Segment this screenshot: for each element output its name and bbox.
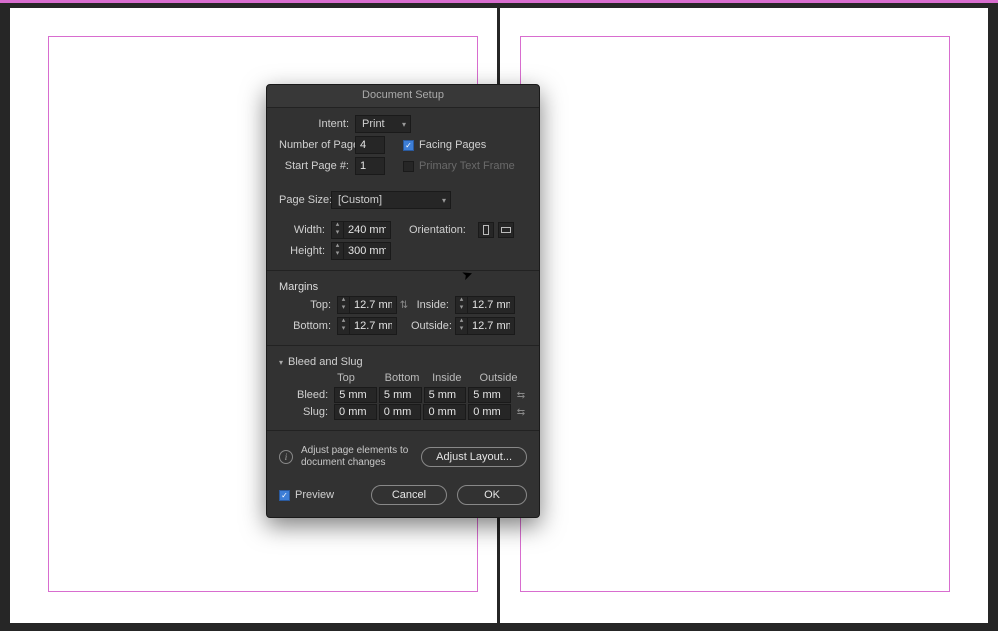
margin-outside-input[interactable]	[468, 318, 514, 334]
height-label: Height:	[279, 245, 331, 257]
preview-label: Preview	[295, 489, 334, 501]
ok-button[interactable]: OK	[457, 485, 527, 505]
orientation-label: Orientation:	[409, 224, 472, 236]
dialog-title: Document Setup	[267, 85, 539, 108]
margin-bottom-label: Bottom:	[279, 320, 337, 332]
bs-col-outside: Outside	[480, 372, 527, 386]
bleed-inside-input[interactable]: 5 mm	[424, 387, 467, 403]
info-icon: i	[279, 450, 293, 464]
margin-outside-field[interactable]: ▴▾	[455, 317, 515, 335]
chevron-down-icon: ▾	[402, 120, 406, 129]
bleed-outside-input[interactable]: 5 mm	[468, 387, 511, 403]
bs-col-inside: Inside	[432, 372, 479, 386]
stepper-icon[interactable]: ▴▾	[338, 297, 350, 313]
intent-value: Print	[362, 118, 385, 130]
start-page-field[interactable]	[355, 157, 385, 175]
page-size-label: Page Size:	[279, 194, 331, 206]
checkbox-empty-icon: ✓	[403, 161, 414, 172]
width-label: Width:	[279, 224, 331, 236]
stepper-icon[interactable]: ▴▾	[456, 318, 468, 334]
cancel-button[interactable]: Cancel	[371, 485, 447, 505]
margin-top-label: Top:	[279, 299, 337, 311]
link-margins-icon[interactable]: ⇅	[397, 296, 411, 314]
start-page-label: Start Page #:	[279, 160, 355, 172]
link-bleed-icon[interactable]: ⇆	[515, 387, 527, 403]
facing-pages-label: Facing Pages	[419, 139, 486, 151]
app-accent-bar	[0, 0, 998, 3]
orientation-landscape-button[interactable]	[498, 222, 514, 238]
slug-bottom-input[interactable]: 0 mm	[379, 404, 422, 420]
chevron-down-icon: ▾	[442, 196, 446, 205]
disclosure-down-icon: ▾	[279, 358, 283, 367]
orientation-portrait-button[interactable]	[478, 222, 494, 238]
start-page-input[interactable]	[356, 158, 384, 174]
bs-col-bottom: Bottom	[385, 372, 432, 386]
slug-top-input[interactable]: 0 mm	[334, 404, 377, 420]
bleed-slug-title: Bleed and Slug	[288, 356, 363, 368]
margin-inside-input[interactable]	[468, 297, 514, 313]
bleed-top-input[interactable]: 5 mm	[334, 387, 377, 403]
facing-pages-checkbox[interactable]: ✓ Facing Pages	[403, 139, 486, 151]
margin-inside-field[interactable]: ▴▾	[455, 296, 515, 314]
margin-bottom-input[interactable]	[350, 318, 396, 334]
page-size-select[interactable]: [Custom] ▾	[331, 191, 451, 209]
checkmark-icon: ✓	[279, 490, 290, 501]
num-pages-field[interactable]	[355, 136, 385, 154]
margin-top-field[interactable]: ▴▾	[337, 296, 397, 314]
primary-text-frame-label: Primary Text Frame	[419, 160, 515, 172]
margin-top-input[interactable]	[350, 297, 396, 313]
section-divider	[267, 345, 539, 346]
link-slug-icon[interactable]: ⇆	[515, 404, 527, 420]
width-input[interactable]	[344, 222, 390, 238]
section-divider	[267, 270, 539, 271]
stepper-icon[interactable]: ▴▾	[332, 243, 344, 259]
page-size-value: [Custom]	[338, 194, 382, 206]
bs-col-top: Top	[337, 372, 384, 386]
document-setup-dialog: Document Setup Intent: Print ▾ Number of…	[266, 84, 540, 518]
width-field[interactable]: ▴▾	[331, 221, 391, 239]
checkmark-icon: ✓	[403, 140, 414, 151]
num-pages-label: Number of Pages:	[279, 139, 355, 151]
margin-inside-label: Inside:	[411, 299, 455, 311]
section-divider	[267, 430, 539, 431]
margin-outside-label: Outside:	[411, 320, 455, 332]
slug-inside-input[interactable]: 0 mm	[423, 404, 466, 420]
margins-section-title: Margins	[279, 281, 527, 293]
bleed-label: Bleed:	[297, 389, 334, 401]
adjust-layout-text: Adjust page elements to document changes	[301, 445, 413, 469]
intent-label: Intent:	[279, 118, 355, 130]
num-pages-input[interactable]	[356, 137, 384, 153]
slug-label: Slug:	[297, 406, 334, 418]
stepper-icon[interactable]: ▴▾	[332, 222, 344, 238]
adjust-layout-button[interactable]: Adjust Layout...	[421, 447, 527, 467]
slug-outside-input[interactable]: 0 mm	[468, 404, 511, 420]
preview-checkbox[interactable]: ✓ Preview	[279, 489, 334, 501]
stepper-icon[interactable]: ▴▾	[456, 297, 468, 313]
height-input[interactable]	[344, 243, 390, 259]
margin-bottom-field[interactable]: ▴▾	[337, 317, 397, 335]
stepper-icon[interactable]: ▴▾	[338, 318, 350, 334]
right-page-margin-guide	[520, 36, 950, 592]
bleed-bottom-input[interactable]: 5 mm	[379, 387, 422, 403]
intent-select[interactable]: Print ▾	[355, 115, 411, 133]
height-field[interactable]: ▴▾	[331, 242, 391, 260]
bleed-slug-toggle[interactable]: ▾ Bleed and Slug	[279, 356, 527, 368]
primary-text-frame-checkbox: ✓ Primary Text Frame	[403, 160, 515, 172]
